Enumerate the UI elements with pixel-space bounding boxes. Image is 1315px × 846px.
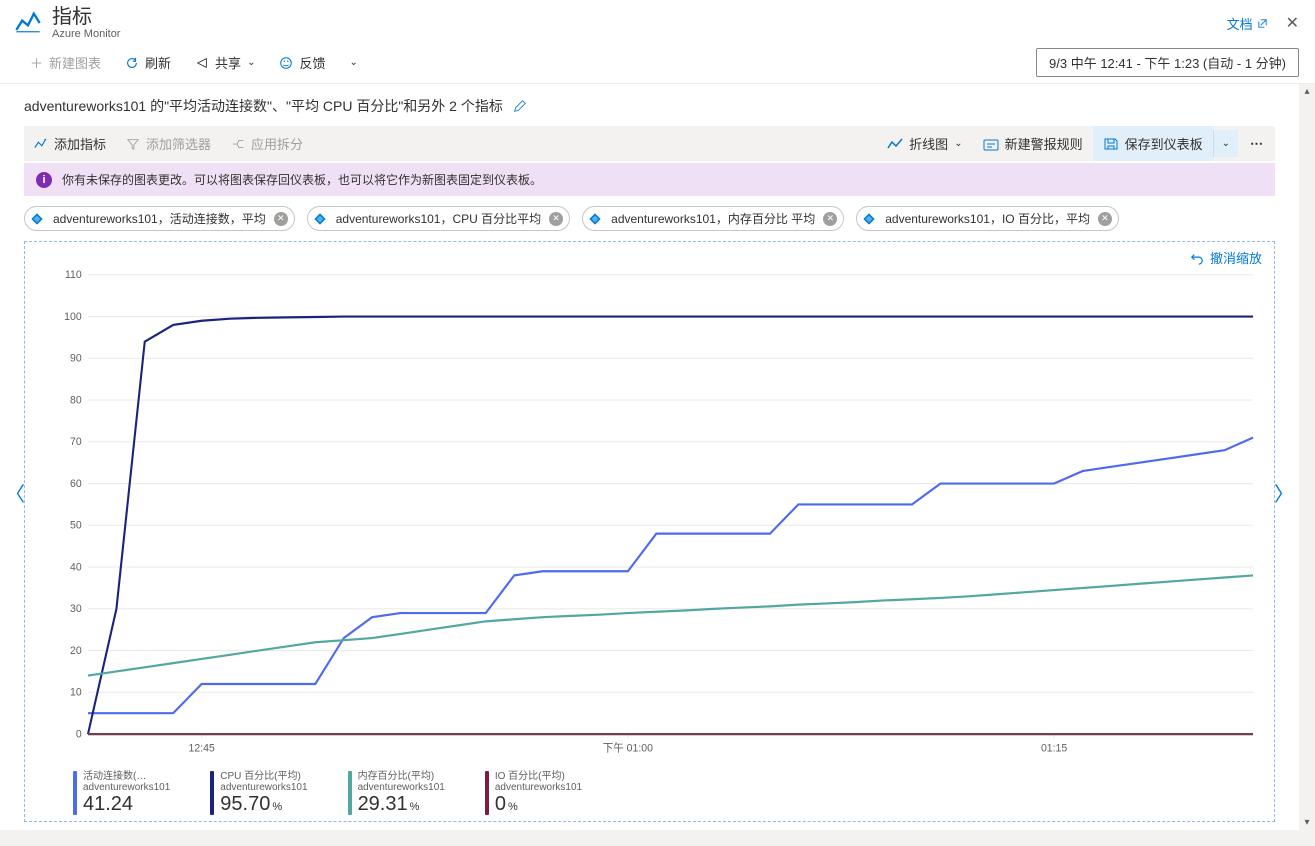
refresh-icon — [125, 56, 139, 70]
unsaved-changes-bar: i 你有未保存的图表更改。可以将图表保存回仪表板，也可以将它作为新图表固定到仪表… — [24, 163, 1275, 196]
page-subtitle: Azure Monitor — [52, 28, 120, 40]
chip-label: adventureworks101，活动连接数，平均 — [53, 210, 266, 227]
line-chart-icon — [887, 137, 903, 151]
more-dropdown[interactable]: ⌄ — [341, 53, 365, 72]
svg-text:90: 90 — [70, 353, 82, 365]
chart-name-row: adventureworks101 的"平均活动连接数"、"平均 CPU 百分比… — [24, 96, 1275, 116]
save-to-dashboard-button[interactable]: 保存到仪表板 — [1093, 126, 1213, 161]
svg-text:110: 110 — [65, 269, 82, 281]
scroll-up-icon: ▴ — [1304, 86, 1309, 97]
add-metric-button[interactable]: 添加指标 — [24, 126, 116, 161]
metric-chip[interactable]: adventureworks101，活动连接数，平均 ✕ — [24, 206, 295, 231]
svg-text:30: 30 — [70, 603, 82, 615]
chip-label: adventureworks101，IO 百分比，平均 — [885, 210, 1090, 227]
chart-legend: 活动连接数(…adventureworks10141.24 CPU 百分比(平均)… — [25, 767, 1274, 821]
chip-remove-icon[interactable]: ✕ — [1098, 212, 1112, 226]
svg-text:12:45: 12:45 — [189, 743, 215, 755]
edit-icon[interactable] — [513, 99, 527, 113]
docs-link[interactable]: 文档 — [1227, 14, 1268, 33]
vertical-scrollbar[interactable]: ▴ ▾ — [1299, 84, 1315, 830]
metric-chip[interactable]: adventureworks101，内存百分比 平均 ✕ — [582, 206, 844, 231]
chart-type-dropdown[interactable]: 折线图 ⌄ — [877, 126, 972, 161]
svg-text:100: 100 — [64, 311, 82, 323]
line-chart[interactable]: 0 10 20 30 40 50 60 70 80 90 100 110 12:45 下午 01:00 01… — [25, 242, 1274, 767]
svg-text:50: 50 — [70, 520, 82, 532]
title-bar: 指标 Azure Monitor 文档 ✕ — [0, 0, 1315, 42]
legend-item[interactable]: IO 百分比(平均)adventureworks1010% — [485, 771, 582, 815]
add-metric-icon — [34, 137, 48, 151]
chevron-down-icon: ⌄ — [349, 57, 357, 68]
metric-chips-row: adventureworks101，活动连接数，平均✕adventurework… — [24, 206, 1275, 231]
chip-remove-icon[interactable]: ✕ — [274, 212, 288, 226]
svg-text:40: 40 — [70, 561, 82, 573]
chart-nav-left[interactable]: 〈 — [5, 478, 25, 507]
chart-name: adventureworks101 的"平均活动连接数"、"平均 CPU 百分比… — [24, 96, 503, 116]
smiley-icon — [279, 56, 293, 70]
legend-item[interactable]: 内存百分比(平均)adventureworks10129.31% — [348, 771, 445, 815]
filter-icon — [126, 137, 140, 151]
command-bar: ＋ 新建图表 刷新 共享 ⌄ 反馈 ⌄ 9/3 中午 12:41 - 下午 1:… — [0, 42, 1315, 84]
alert-icon — [983, 137, 999, 151]
metric-chip[interactable]: adventureworks101，IO 百分比，平均 ✕ — [856, 206, 1119, 231]
save-icon — [1103, 137, 1119, 151]
feedback-button[interactable]: 反馈 — [271, 49, 333, 76]
more-options-button[interactable]: ⋯ — [1238, 128, 1275, 160]
page-title: 指标 — [52, 6, 120, 28]
add-filter-button[interactable]: 添加筛选器 — [116, 126, 221, 161]
new-alert-rule-button[interactable]: 新建警报规则 — [973, 126, 1093, 161]
legend-item[interactable]: 活动连接数(…adventureworks10141.24 — [73, 771, 170, 815]
time-range-picker[interactable]: 9/3 中午 12:41 - 下午 1:23 (自动 - 1 分钟) — [1036, 48, 1299, 77]
chip-remove-icon[interactable]: ✕ — [823, 212, 837, 226]
svg-text:60: 60 — [70, 478, 82, 490]
new-chart-button[interactable]: ＋ 新建图表 — [22, 49, 109, 76]
chip-label: adventureworks101，CPU 百分比平均 — [336, 210, 541, 227]
svg-text:0: 0 — [76, 728, 82, 740]
external-link-icon — [1257, 18, 1268, 29]
svg-text:80: 80 — [70, 394, 82, 406]
chevron-down-icon: ⌄ — [1222, 138, 1230, 149]
chip-remove-icon[interactable]: ✕ — [549, 212, 563, 226]
metrics-logo-icon — [14, 9, 42, 37]
legend-item[interactable]: CPU 百分比(平均)adventureworks10195.70% — [210, 771, 307, 815]
share-icon — [195, 56, 209, 70]
refresh-button[interactable]: 刷新 — [117, 49, 179, 76]
horizontal-scrollbar[interactable] — [0, 830, 1315, 846]
svg-text:20: 20 — [70, 645, 82, 657]
split-icon — [231, 137, 245, 151]
apply-split-button[interactable]: 应用拆分 — [221, 126, 313, 161]
chevron-down-icon: ⌄ — [247, 57, 255, 68]
close-button[interactable]: ✕ — [1286, 13, 1299, 33]
scroll-down-icon: ▾ — [1304, 817, 1309, 828]
metric-chip[interactable]: adventureworks101，CPU 百分比平均 ✕ — [307, 206, 570, 231]
chip-label: adventureworks101，内存百分比 平均 — [611, 210, 815, 227]
chart-toolbar: 添加指标 添加筛选器 应用拆分 折线图 ⌄ 新建警 — [24, 126, 1275, 161]
svg-text:70: 70 — [70, 436, 82, 448]
chart-panel: 撤消缩放 〈 〉 010203040506070809010011012:45下… — [24, 241, 1275, 822]
chevron-down-icon: ⌄ — [954, 138, 962, 149]
save-dropdown[interactable]: ⌄ — [1213, 130, 1238, 157]
plus-icon: ＋ — [30, 53, 43, 72]
svg-text:01:15: 01:15 — [1041, 743, 1067, 755]
share-button[interactable]: 共享 ⌄ — [187, 49, 263, 76]
info-icon: i — [36, 172, 52, 188]
svg-text:下午 01:00: 下午 01:00 — [603, 741, 653, 754]
svg-text:10: 10 — [70, 687, 82, 699]
chart-nav-right[interactable]: 〉 — [1274, 478, 1294, 507]
